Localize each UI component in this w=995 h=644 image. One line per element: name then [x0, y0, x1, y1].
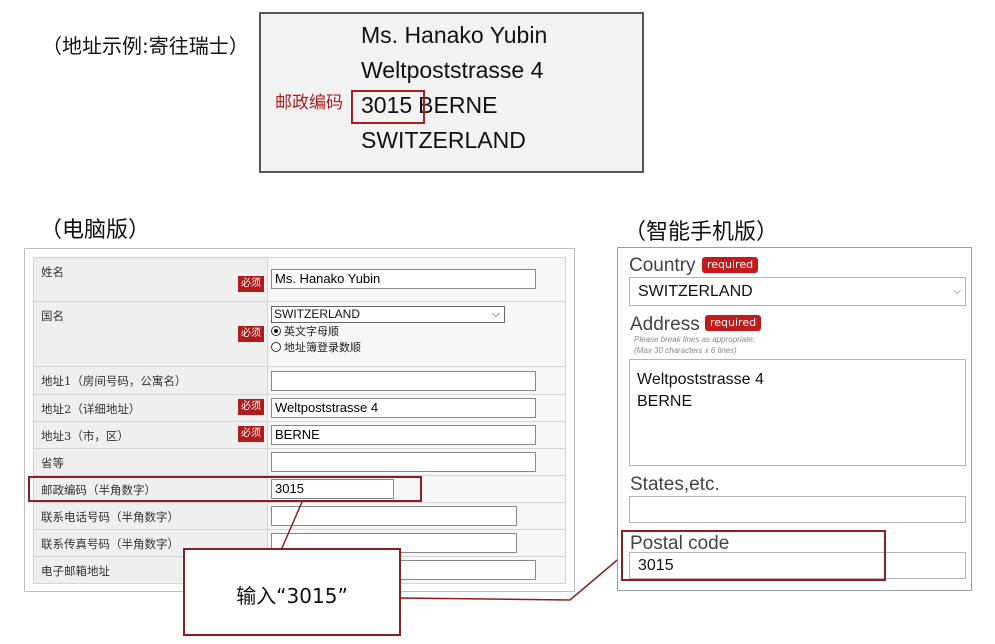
address-example-label: （地址示例:寄往瑞士）	[42, 34, 249, 58]
sp-address-textarea[interactable]: Weltpoststrasse 4 BERNE	[629, 359, 966, 466]
sp-address-limit-note: (Max 30 characters x 6 lines)	[634, 346, 737, 355]
form-label-address3: 地址3（市，区） 必须	[33, 421, 268, 449]
form-cell: Weltpoststrasse 4	[267, 394, 566, 422]
form-label-phone: 联系电话号码（半角数字）	[33, 502, 268, 530]
form-row-address3: 地址3（市，区） 必须 BERNE	[33, 421, 566, 449]
country-select[interactable]: SWITZERLAND ⌵	[271, 306, 505, 323]
form-label-text: 地址2（详细地址）	[41, 402, 141, 416]
sp-address-line: Weltpoststrasse 4	[637, 371, 764, 388]
form-label-text: 联系传真号码（半角数字）	[41, 537, 179, 551]
form-label-text: 姓名	[41, 265, 64, 279]
required-badge: 必须	[238, 399, 264, 415]
address2-input[interactable]: Weltpoststrasse 4	[271, 398, 536, 418]
chevron-down-icon: ⌵	[491, 308, 500, 320]
sort-addressbook-option[interactable]: 地址簿登录数顺	[271, 339, 565, 355]
sp-address-line: BERNE	[637, 393, 693, 410]
form-label-text: 地址1（房间号码，公寓名）	[41, 374, 187, 388]
sp-required-badge: required	[702, 257, 759, 273]
envelope-name-line: Ms. Hanako Yubin	[361, 22, 548, 48]
pc-address-form: 姓名 必须 Ms. Hanako Yubin 国名 必须 SWITZERLAND…	[33, 257, 566, 584]
name-input[interactable]: Ms. Hanako Yubin	[271, 269, 536, 289]
address1-input[interactable]	[271, 371, 536, 391]
sp-address-label: Address	[630, 314, 700, 335]
form-row-address2: 地址2（详细地址） 必须 Weltpoststrasse 4	[33, 394, 566, 422]
callout-box: 输入“3015”	[183, 548, 401, 636]
sort-option-label: 地址簿登录数顺	[284, 341, 361, 354]
sp-states-label: States,etc.	[630, 474, 720, 495]
envelope-country-line: SWITZERLAND	[361, 127, 526, 153]
form-cell: Ms. Hanako Yubin	[267, 257, 566, 302]
radio-selected-icon[interactable]	[271, 326, 281, 336]
sp-country-value: SWITZERLAND	[638, 283, 753, 300]
form-label-address2: 地址2（详细地址） 必须	[33, 394, 268, 422]
form-row-phone: 联系电话号码（半角数字）	[33, 502, 566, 530]
envelope-postal-highlight	[351, 90, 425, 124]
sp-states-input[interactable]	[629, 496, 966, 523]
sp-required-badge: required	[705, 315, 762, 331]
sort-alphabetical-option[interactable]: 英文字母顺	[271, 323, 565, 339]
form-label-state: 省等	[33, 448, 268, 476]
smartphone-version-title: （智能手机版）	[624, 220, 779, 245]
form-label-name: 姓名 必须	[33, 257, 268, 302]
required-badge: 必须	[238, 326, 264, 342]
form-cell: BERNE	[267, 421, 566, 449]
sp-postal-highlight	[621, 530, 886, 581]
form-row-name: 姓名 必须 Ms. Hanako Yubin	[33, 257, 566, 302]
callout-text: 输入“3015”	[236, 584, 348, 608]
form-label-address1: 地址1（房间号码，公寓名）	[33, 366, 268, 395]
radio-unselected-icon[interactable]	[271, 342, 281, 352]
phone-input[interactable]	[271, 506, 517, 526]
pc-form-panel: 姓名 必须 Ms. Hanako Yubin 国名 必须 SWITZERLAND…	[24, 248, 575, 592]
envelope-example: Ms. Hanako Yubin Weltpoststrasse 4 3015 B…	[259, 12, 644, 173]
form-label-text: 省等	[41, 456, 64, 470]
sort-option-label: 英文字母顺	[284, 325, 339, 338]
country-select-value: SWITZERLAND	[274, 307, 361, 321]
chevron-down-icon: ⌵	[953, 286, 961, 297]
pc-postal-highlight	[28, 476, 422, 502]
envelope-postal-label: 邮政编码	[275, 93, 343, 113]
form-label-text: 国名	[41, 309, 64, 323]
form-label-country: 国名 必须	[33, 301, 268, 367]
form-label-text: 地址3（市，区）	[41, 429, 129, 443]
form-cell: SWITZERLAND ⌵ 英文字母顺 地址簿登录数顺	[267, 301, 566, 367]
form-cell	[267, 502, 566, 530]
sp-country-select[interactable]: SWITZERLAND ⌵	[629, 277, 966, 306]
form-row-address1: 地址1（房间号码，公寓名）	[33, 366, 566, 395]
envelope-city: BERNE	[418, 92, 498, 118]
address3-input[interactable]: BERNE	[271, 425, 536, 445]
required-badge: 必须	[238, 276, 264, 292]
pc-version-title: （电脑版）	[40, 218, 151, 243]
state-input[interactable]	[271, 452, 536, 472]
sp-country-label: Country	[629, 255, 696, 276]
form-label-text: 联系电话号码（半角数字）	[41, 510, 179, 524]
envelope-street-line: Weltpoststrasse 4	[361, 57, 544, 83]
sp-address-note: Please break lines as appropriate.	[634, 335, 755, 344]
form-cell	[267, 366, 566, 395]
form-row-country: 国名 必须 SWITZERLAND ⌵ 英文字母顺 地址簿登录数顺	[33, 301, 566, 367]
form-row-state: 省等	[33, 448, 566, 476]
form-cell	[267, 448, 566, 476]
form-label-text: 电子邮箱地址	[41, 564, 110, 578]
required-badge: 必须	[238, 426, 264, 442]
